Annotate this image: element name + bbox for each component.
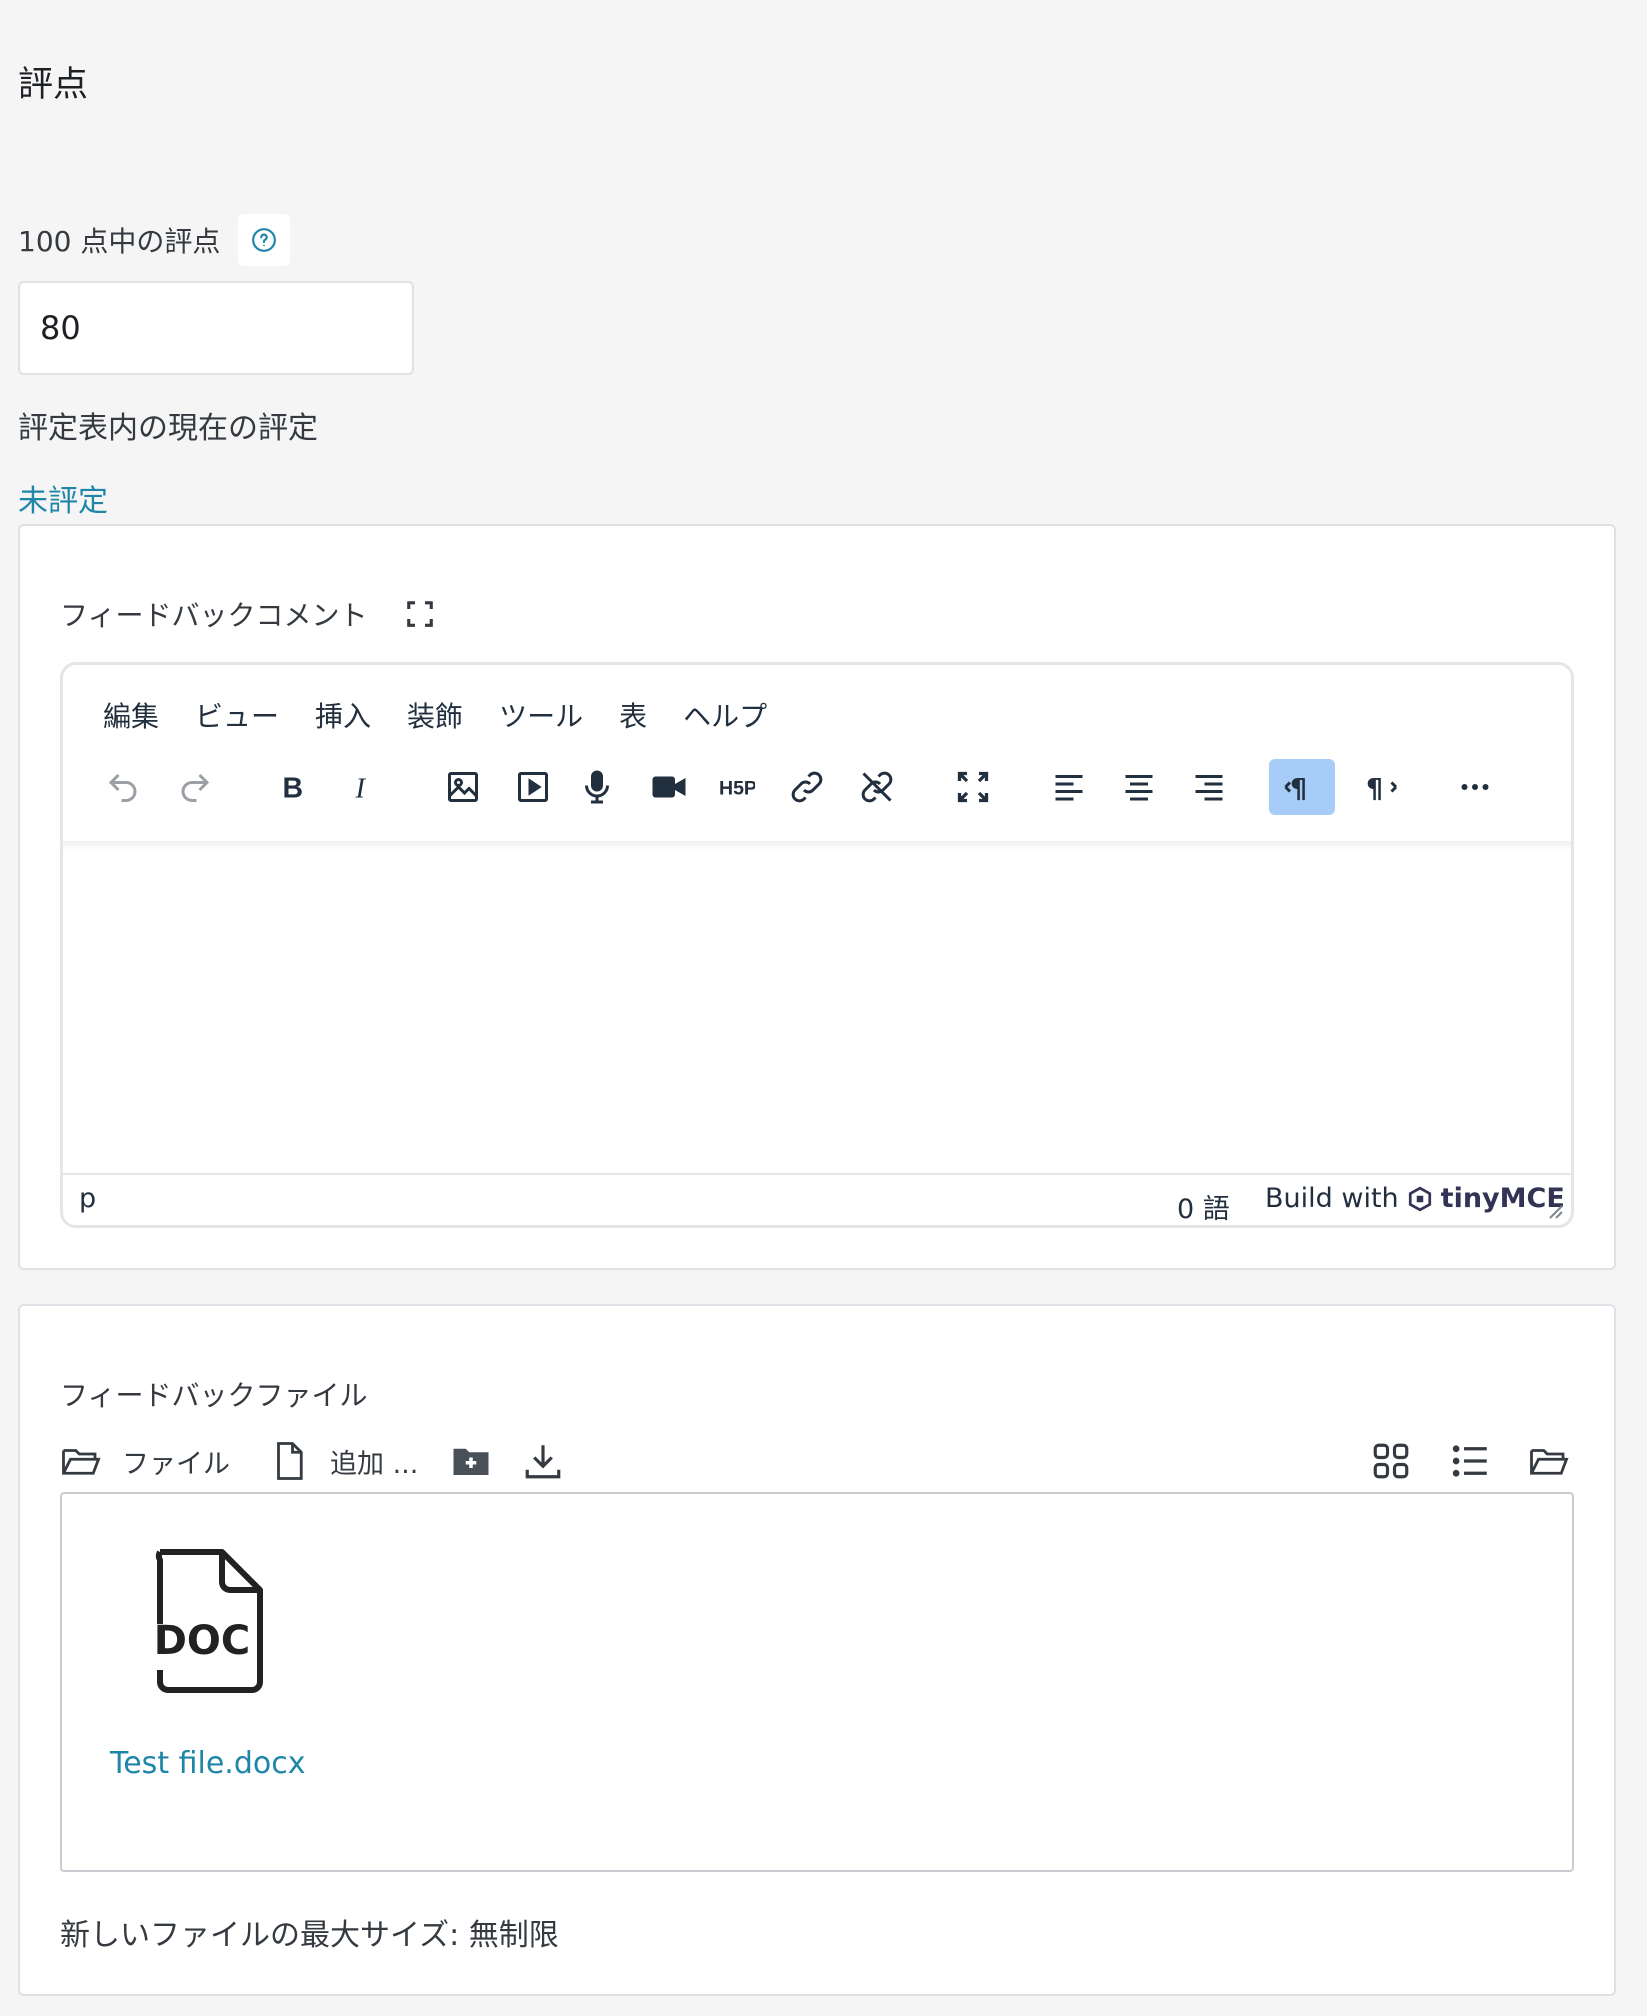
record-audio-button[interactable] — [569, 759, 625, 815]
link-icon — [791, 771, 823, 803]
record-video-button[interactable] — [641, 759, 697, 815]
feedback-comments-header: フィードバックコメント — [60, 594, 435, 634]
menu-edit[interactable]: 編集 — [103, 695, 159, 735]
help-button[interactable] — [238, 214, 291, 266]
bold-button[interactable]: B — [265, 759, 321, 815]
rubric-label: 評定表内の現在の評定 — [18, 411, 318, 446]
files-button-label: ファイル — [122, 1448, 230, 1480]
align-right-button[interactable] — [1181, 759, 1237, 815]
folder-open-icon — [62, 1449, 101, 1475]
fullscreen-icon — [957, 771, 989, 803]
branding-prefix: Build with — [1265, 1183, 1399, 1214]
unlink-icon — [861, 771, 893, 803]
ltr-icon: ¶ — [1284, 774, 1307, 805]
add-file-button[interactable]: 追加 ... — [268, 1440, 418, 1482]
h5p-button[interactable]: H5P — [709, 759, 765, 815]
folder-open-icon — [1530, 1449, 1569, 1475]
bold-icon: B — [283, 773, 304, 805]
feedback-files-label: フィードバックファイル — [60, 1379, 368, 1412]
fullscreen-expand-icon[interactable] — [405, 599, 435, 629]
create-folder-button[interactable] — [450, 1440, 492, 1482]
italic-icon: I — [355, 774, 367, 805]
add-file-button-label: 追加 ... — [330, 1448, 419, 1480]
menu-format[interactable]: 装飾 — [407, 695, 463, 735]
align-left-icon — [1055, 775, 1083, 801]
grade-input[interactable] — [18, 281, 414, 375]
rich-text-editor: 編集 ビュー 挿入 装飾 ツール 表 ヘルプ B I H5P ¶ ¶ p 0 語… — [60, 662, 1574, 1228]
media-icon — [518, 772, 548, 802]
grade-label-row: 100 点中の評点 — [18, 214, 291, 266]
toolbar-divider — [63, 841, 1571, 851]
menu-tools[interactable]: ツール — [499, 695, 583, 735]
svg-text:H5P: H5P — [719, 778, 755, 800]
filepicker-toolbar: ファイル 追加 ... — [60, 1440, 1574, 1492]
image-icon — [448, 772, 478, 802]
editor-menubar: 編集 ビュー 挿入 装飾 ツール 表 ヘルプ — [103, 695, 767, 735]
undo-button[interactable] — [95, 759, 151, 815]
download-icon — [525, 1445, 561, 1479]
editor-fullscreen-button[interactable] — [945, 759, 1001, 815]
tinymce-logo-icon — [1408, 1186, 1431, 1211]
word-count[interactable]: 0 語 — [1177, 1187, 1230, 1225]
more-icon — [1461, 784, 1489, 790]
insert-image-button[interactable] — [435, 759, 491, 815]
microphone-icon — [585, 770, 609, 804]
grade-label: 100 点中の評点 — [18, 225, 221, 258]
doc-file-icon: DOC — [154, 1549, 263, 1693]
feedback-comments-label: フィードバックコメント — [60, 599, 368, 632]
tree-view-button[interactable] — [1528, 1440, 1570, 1482]
insert-media-button[interactable] — [505, 759, 561, 815]
align-left-button[interactable] — [1041, 759, 1097, 815]
svg-text:¶: ¶ — [1290, 774, 1307, 805]
menu-table[interactable]: 表 — [619, 695, 647, 735]
rtl-button[interactable]: ¶ — [1353, 759, 1409, 815]
folder-plus-icon — [453, 1448, 489, 1475]
align-center-button[interactable] — [1111, 759, 1167, 815]
max-file-size-note: 新しいファイルの最大サイズ: 無制限 — [60, 1918, 559, 1953]
section-title: 評点 — [18, 65, 89, 105]
resize-handle-icon[interactable] — [1545, 1201, 1563, 1219]
svg-text:I: I — [355, 774, 367, 805]
menu-help[interactable]: ヘルプ — [683, 695, 767, 735]
ltr-button[interactable]: ¶ — [1269, 759, 1335, 815]
list-view-icon — [1452, 1445, 1487, 1477]
doc-icon-text: DOC — [154, 1618, 251, 1664]
svg-text:¶: ¶ — [1366, 774, 1383, 805]
files-button[interactable]: ファイル — [60, 1440, 230, 1482]
redo-button[interactable] — [167, 759, 223, 815]
menu-view[interactable]: ビュー — [195, 695, 279, 735]
unlink-button[interactable] — [849, 759, 905, 815]
editor-toolbar: B I H5P ¶ ¶ — [63, 759, 1571, 847]
element-path[interactable]: p — [79, 1183, 96, 1214]
undo-icon — [108, 773, 137, 802]
align-right-icon — [1195, 775, 1223, 801]
file-name-link[interactable]: Test file.docx — [110, 1746, 305, 1781]
redo-icon — [181, 773, 210, 802]
menu-insert[interactable]: 挿入 — [315, 695, 371, 735]
link-button[interactable] — [779, 759, 835, 815]
svg-text:B: B — [283, 773, 304, 805]
icon-view-button[interactable] — [1370, 1440, 1412, 1482]
download-all-button[interactable] — [522, 1440, 564, 1482]
align-center-icon — [1125, 775, 1153, 801]
question-circle-icon — [252, 228, 277, 252]
tinymce-branding[interactable]: Build with tinyMCE — [1265, 1183, 1565, 1214]
italic-button[interactable]: I — [335, 759, 391, 815]
file-icon — [277, 1442, 303, 1480]
list-view-button[interactable] — [1450, 1440, 1492, 1482]
rubric-status-link[interactable]: 未評定 — [18, 476, 108, 520]
more-button[interactable] — [1447, 759, 1503, 815]
grid-view-icon — [1373, 1443, 1409, 1479]
rtl-icon: ¶ — [1366, 774, 1398, 805]
video-camera-icon — [652, 776, 686, 798]
h5p-icon: H5P — [719, 778, 755, 800]
filepicker-file-area: DOC Test file.docx — [60, 1492, 1574, 1872]
editor-statusbar: p 0 語 Build with tinyMCE — [63, 1173, 1571, 1225]
